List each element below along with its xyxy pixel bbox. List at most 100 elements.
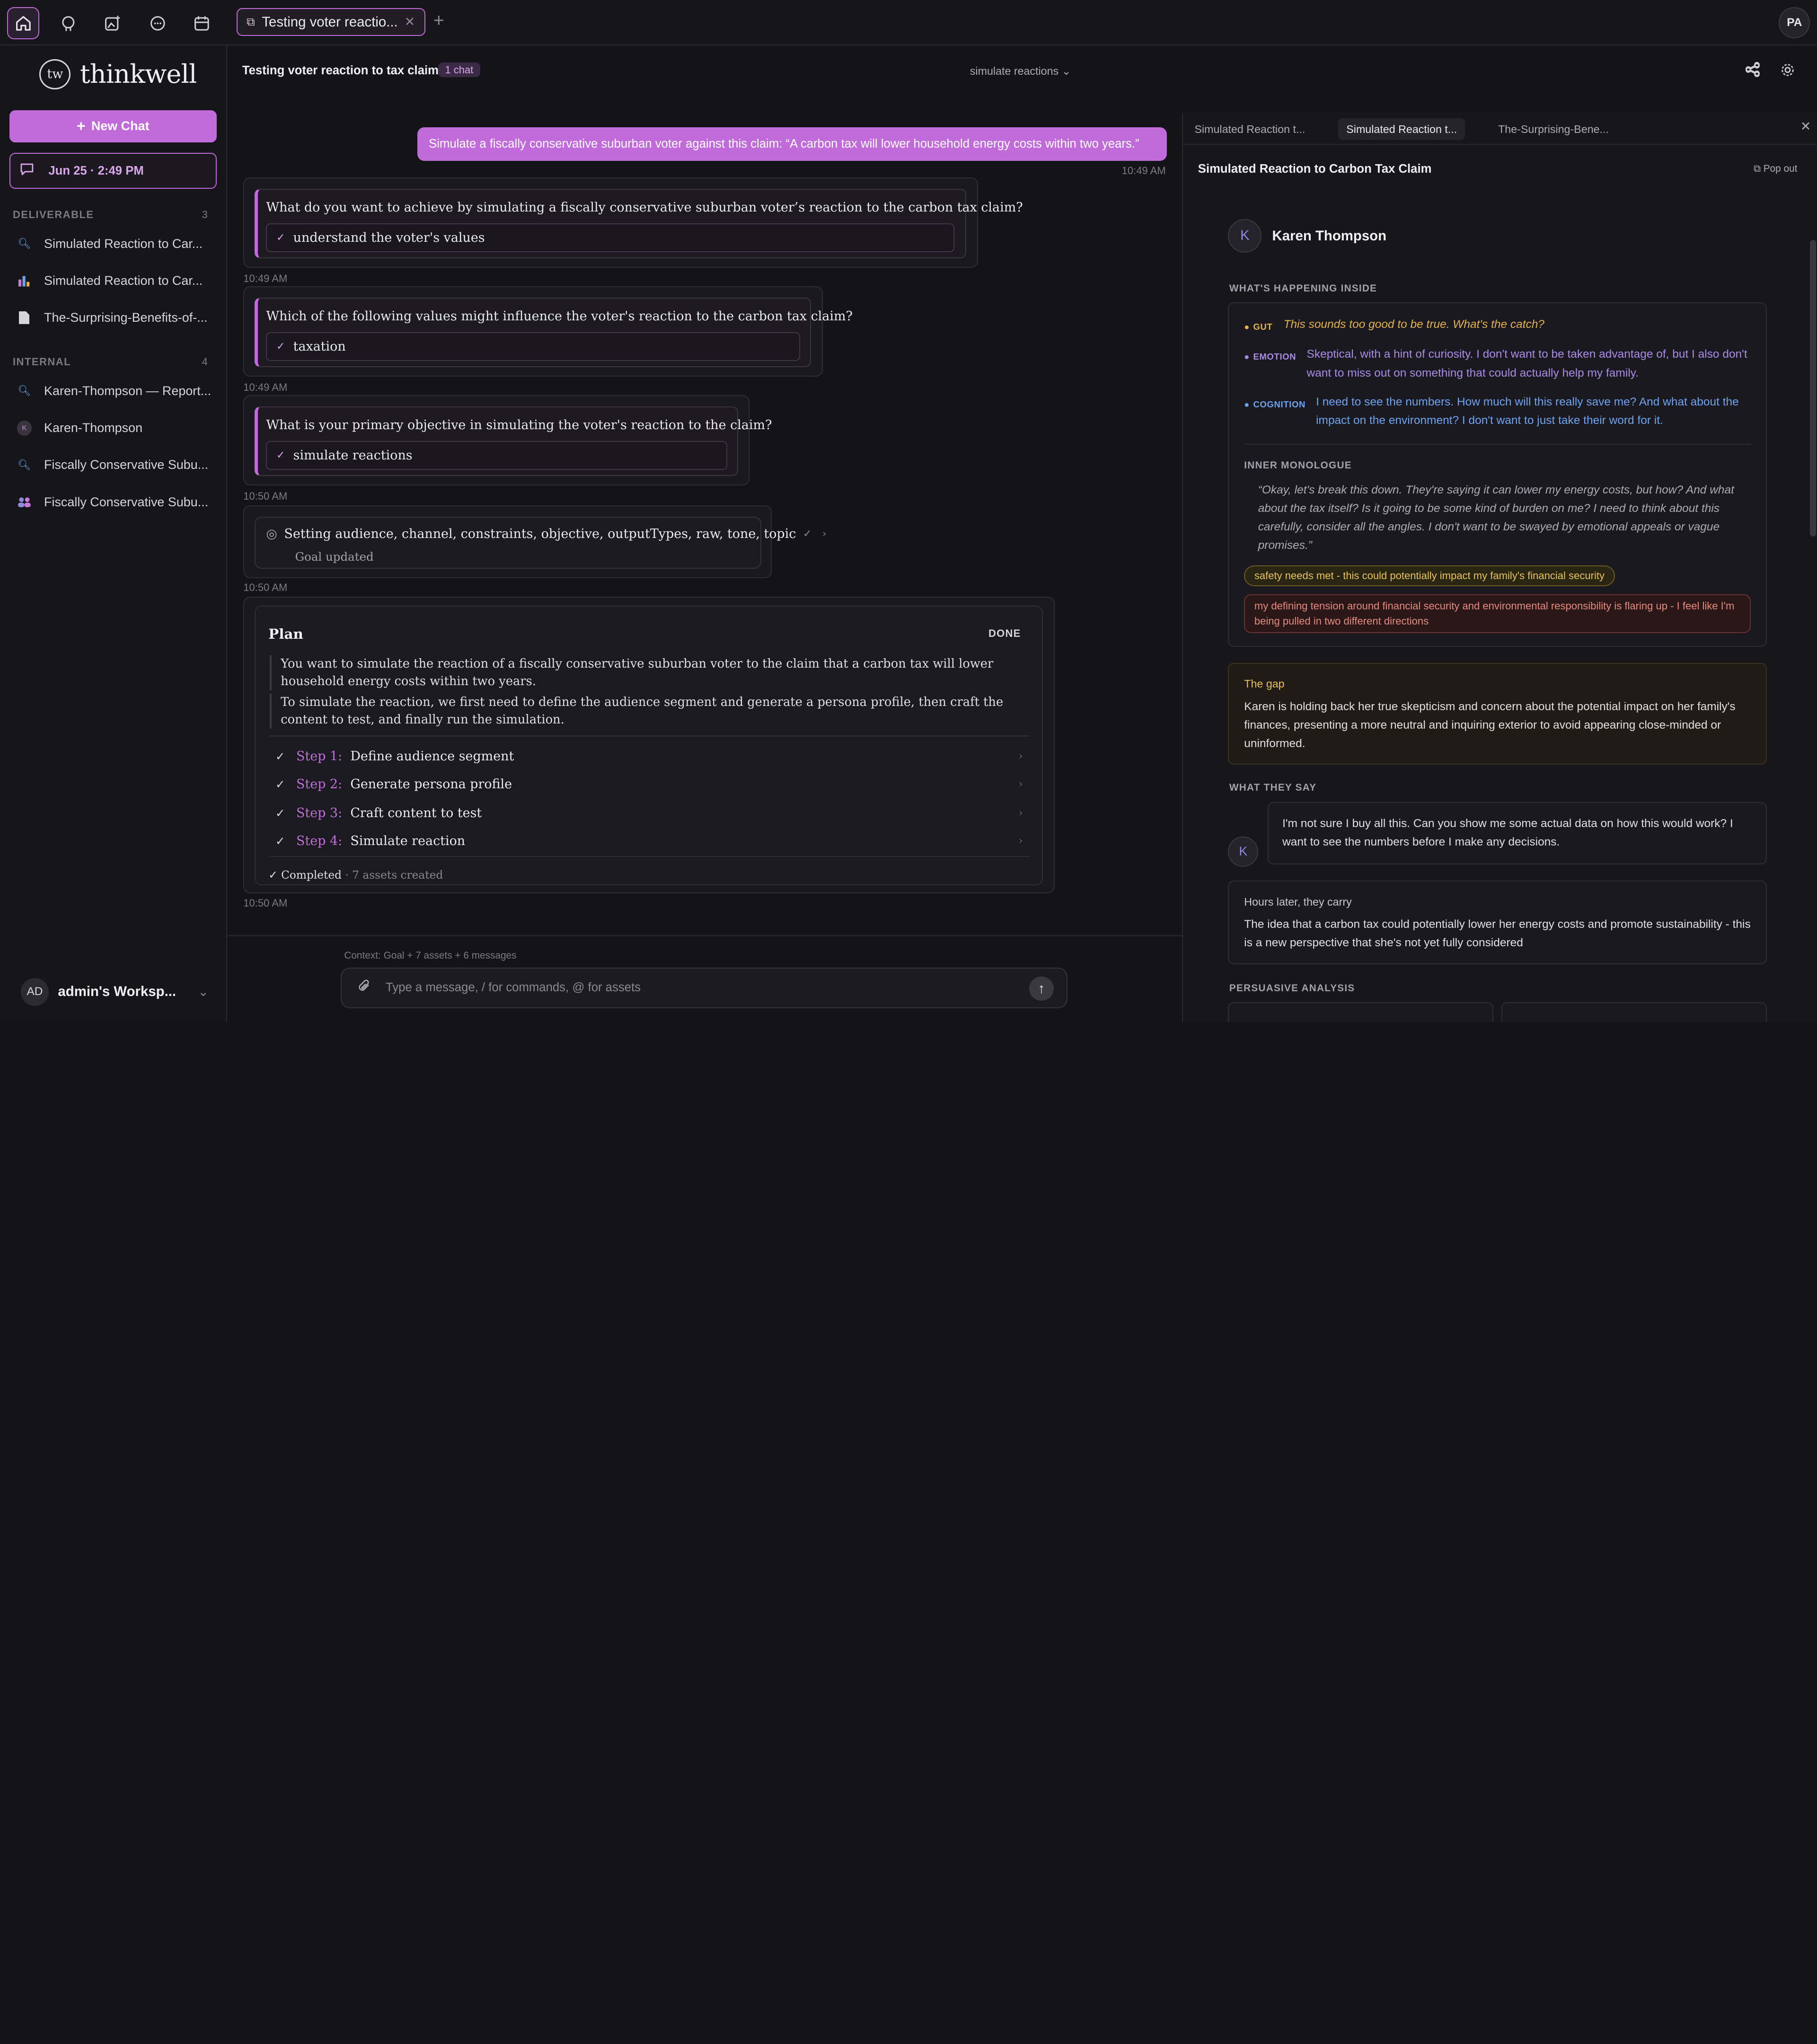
chevron-right-icon: › bbox=[1018, 835, 1023, 847]
plan-title: Plan bbox=[268, 625, 303, 642]
user-avatar[interactable]: PA bbox=[1779, 7, 1810, 38]
question-block: Which of the following values might infl… bbox=[255, 297, 853, 367]
gut-tag: GUT bbox=[1244, 317, 1272, 336]
divider bbox=[227, 935, 1182, 936]
message-timestamp: 10:50 AM bbox=[243, 897, 288, 909]
search-icon: 🔍︎ bbox=[18, 238, 31, 250]
answer-option[interactable]: ✓ understand the voter's values bbox=[266, 223, 955, 252]
sidebar-item-deliverable-1[interactable]: 🔍︎ Simulated Reaction to Car... bbox=[16, 237, 213, 251]
target-icon: ◎ bbox=[266, 527, 277, 542]
gut-row: GUT This sounds too good to be true. Wha… bbox=[1244, 315, 1754, 334]
plan-summary: You want to simulate the reaction of a f… bbox=[269, 655, 1021, 690]
answer-option[interactable]: ✓ taxation bbox=[266, 332, 801, 361]
assets-count: · 7 assets created bbox=[345, 868, 443, 881]
deliverable-count: 3 bbox=[202, 208, 208, 220]
panel-tab-2[interactable]: Simulated Reaction t... bbox=[1338, 118, 1465, 141]
network-icon: ⧉ bbox=[247, 15, 255, 28]
new-tab-plus-icon[interactable]: + bbox=[433, 10, 444, 31]
pop-out-label: Pop out bbox=[1763, 163, 1798, 175]
sidebar-item-deliverable-3[interactable]: The-Surprising-Benefits-of-... bbox=[16, 310, 213, 325]
cognition-text: I need to see the numbers. How much will… bbox=[1316, 395, 1739, 427]
plan-step-4[interactable]: ✓ Step 4: Simulate reaction › bbox=[275, 827, 1023, 855]
plus-icon: + bbox=[77, 117, 86, 135]
plan-step-1[interactable]: ✓ Step 1: Define audience segment › bbox=[275, 742, 1023, 770]
goal-status: Goal updated bbox=[295, 550, 374, 564]
completed-label: Completed bbox=[281, 868, 342, 881]
later-text: The idea that a carbon tax could potenti… bbox=[1244, 918, 1751, 950]
sidebar-item-internal-3[interactable]: 🔍︎ Fiscally Conservative Subu... bbox=[16, 458, 213, 472]
search-icon: 🔍︎ bbox=[18, 458, 31, 471]
chevron-right-icon: › bbox=[822, 528, 827, 540]
chat-icon[interactable] bbox=[141, 7, 174, 40]
step-label: Craft content to test bbox=[350, 805, 482, 820]
chat-count-badge: 1 chat bbox=[438, 62, 481, 78]
check-icon: ✓ bbox=[276, 231, 285, 244]
scrollbar[interactable] bbox=[1810, 239, 1816, 537]
answer-text: understand the voter's values bbox=[293, 230, 485, 245]
session-label: Jun 25 · 2:49 PM bbox=[48, 164, 144, 177]
goal-row: ◎ Setting audience, channel, constraints… bbox=[266, 527, 826, 541]
tab-label: Testing voter reactio... bbox=[262, 14, 398, 30]
home-icon[interactable] bbox=[7, 7, 40, 40]
cognition-tag: COGNITION bbox=[1244, 395, 1305, 414]
brand-logo[interactable]: tw thinkwell bbox=[39, 59, 197, 89]
message-input[interactable]: Type a message, / for commands, @ for as… bbox=[341, 967, 1067, 1008]
plan-step-2[interactable]: ✓ Step 2: Generate persona profile › bbox=[275, 770, 1023, 798]
calendar-icon[interactable] bbox=[185, 7, 218, 40]
share-icon[interactable] bbox=[1745, 62, 1760, 81]
panel-tab-1[interactable]: Simulated Reaction t... bbox=[1186, 118, 1313, 141]
goal-text: Setting audience, channel, constraints, … bbox=[284, 527, 796, 542]
image-sparkle-icon[interactable] bbox=[96, 7, 129, 40]
new-chat-button[interactable]: + New Chat bbox=[9, 110, 217, 143]
analysis-card bbox=[1228, 1002, 1494, 1022]
sidebar-item-internal-4[interactable]: Fiscally Conservative Subu... bbox=[16, 495, 213, 510]
chevron-right-icon: › bbox=[1018, 807, 1023, 819]
sidebar-item-internal-2[interactable]: K Karen-Thompson bbox=[16, 420, 213, 436]
inside-section-label: WHAT'S HAPPENING INSIDE bbox=[1229, 282, 1377, 294]
sidebar-item-label: Simulated Reaction to Car... bbox=[44, 273, 203, 288]
pop-out-button[interactable]: ⧉ Pop out bbox=[1754, 163, 1797, 175]
deliverable-section-label: DELIVERABLE bbox=[12, 208, 94, 220]
paperclip-icon[interactable] bbox=[358, 979, 371, 996]
answer-option[interactable]: ✓ simulate reactions bbox=[266, 441, 728, 470]
goal-update-row[interactable]: ◎ Setting audience, channel, constraints… bbox=[255, 516, 826, 569]
panel-heading: Simulated Reaction to Carbon Tax Claim bbox=[1198, 162, 1432, 176]
workspace-switcher[interactable]: AD admin's Worksp... ⌄ bbox=[21, 978, 209, 1006]
mode-dropdown[interactable]: simulate reactions ⌄ bbox=[970, 65, 1071, 78]
sidebar-item-label: The-Surprising-Benefits-of-... bbox=[44, 310, 208, 325]
send-button[interactable]: ↑ bbox=[1029, 977, 1054, 1001]
answer-text: simulate reactions bbox=[293, 448, 413, 463]
step-number: Step 1: bbox=[296, 749, 343, 764]
mode-label: simulate reactions bbox=[970, 65, 1059, 78]
inside-box: GUT This sounds too good to be true. Wha… bbox=[1228, 302, 1767, 647]
check-icon: ✓ bbox=[803, 528, 812, 540]
gear-icon[interactable] bbox=[1780, 62, 1795, 81]
safety-needs-pill: safety needs met - this could potentiall… bbox=[1244, 565, 1615, 587]
chat-title: Testing voter reaction to tax claim bbox=[242, 63, 439, 77]
close-icon[interactable]: ✕ bbox=[1800, 119, 1811, 134]
top-bar: ⧉ Testing voter reactio... ✕ + PA bbox=[0, 0, 1817, 45]
persona-avatar-small: K bbox=[1228, 837, 1259, 867]
panel-tab-3[interactable]: The-Surprising-Bene... bbox=[1490, 118, 1617, 141]
external-link-icon: ⧉ bbox=[1754, 163, 1761, 175]
question-card-1: What do you want to achieve by simulatin… bbox=[243, 177, 1023, 268]
close-tab-icon[interactable]: ✕ bbox=[405, 15, 415, 29]
message-timestamp: 10:49 AM bbox=[243, 381, 288, 393]
step-number: Step 4: bbox=[296, 833, 343, 848]
sidebar-item-internal-1[interactable]: 🔍︎ Karen-Thompson — Report... bbox=[16, 384, 213, 398]
check-icon: ✓ bbox=[268, 868, 278, 881]
search-icon: 🔍︎ bbox=[18, 385, 31, 397]
question-text: Which of the following values might infl… bbox=[266, 308, 853, 324]
tab-testing-voter-reaction[interactable]: ⧉ Testing voter reactio... ✕ bbox=[236, 8, 425, 36]
session-item[interactable]: Jun 25 · 2:49 PM bbox=[9, 153, 217, 189]
step-number: Step 3: bbox=[296, 805, 343, 820]
analysis-section-label: PERSUASIVE ANALYSIS bbox=[1229, 982, 1355, 994]
emotion-row: EMOTION Skeptical, with a hint of curios… bbox=[1244, 345, 1754, 382]
chevron-down-icon: ⌄ bbox=[198, 984, 209, 999]
sidebar-item-deliverable-2[interactable]: Simulated Reaction to Car... bbox=[16, 273, 213, 288]
arrow-up-icon: ↑ bbox=[1038, 980, 1045, 996]
brain-icon[interactable] bbox=[52, 7, 85, 40]
cognition-row: COGNITION I need to see the numbers. How… bbox=[1244, 393, 1754, 430]
plan-step-3[interactable]: ✓ Step 3: Craft content to test › bbox=[275, 799, 1023, 827]
persona-name: Karen Thompson bbox=[1272, 228, 1387, 244]
